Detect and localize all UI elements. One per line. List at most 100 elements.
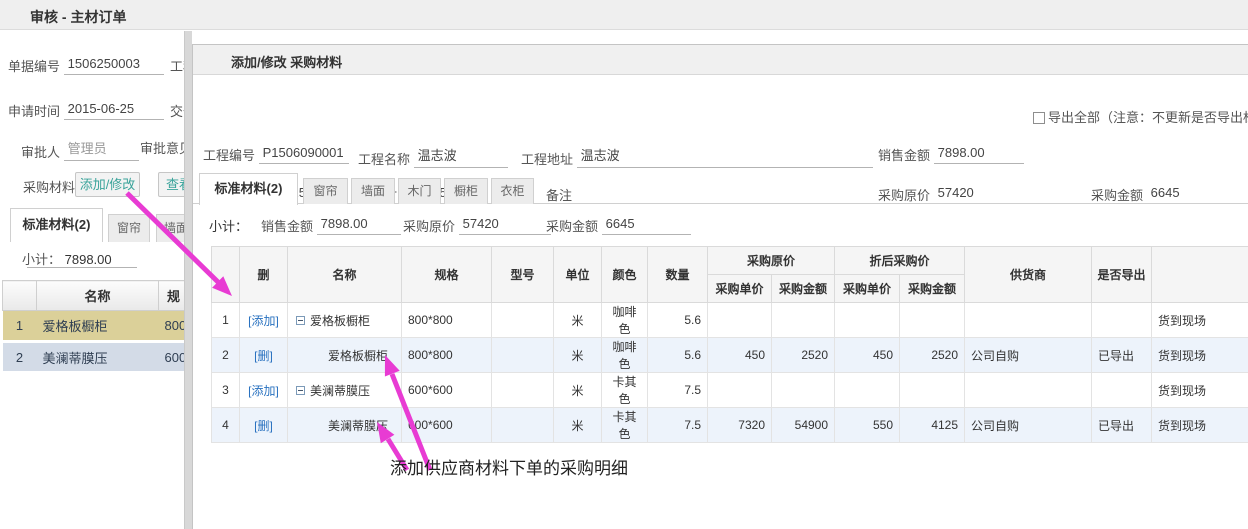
cell-spec: 800*800 (402, 338, 492, 373)
export-all-label: 导出全部（注意：不更新是否导出标记 (1048, 110, 1248, 125)
export-all-checkbox[interactable] (1033, 112, 1045, 124)
scrollbar[interactable] (184, 31, 192, 529)
cell-unit: 米 (554, 408, 602, 443)
cell-supplier (965, 373, 1092, 408)
approver-label: 审批人 (21, 145, 60, 160)
cell-exported (1092, 303, 1152, 338)
cell-action: [添加] (240, 303, 288, 338)
cell-action: [添加] (240, 373, 288, 408)
cell-delivery: 货到现场 (1152, 338, 1248, 373)
main-table-header-row: 名称 规 (3, 281, 189, 311)
purchase-material-label: 采购材料 (23, 177, 75, 196)
cell-num: 1 (212, 303, 240, 338)
col-group-discount-price: 折后采购价 (835, 247, 965, 275)
col-color: 颜色 (602, 247, 648, 303)
project-addr-field: 工程地址 温志波 (521, 145, 873, 168)
col-rownum (212, 247, 240, 303)
cell-pa1: 54900 (772, 408, 835, 443)
purchase-table-row: 2[删]爱格板橱柜800*800米咖啡色5.645025204502520公司自… (212, 338, 1248, 373)
col-exported: 是否导出 (1092, 247, 1152, 303)
main-table-row[interactable]: 1爱格板橱柜800* (3, 311, 189, 342)
order-no-label: 单据编号 (8, 59, 60, 74)
dialog-tab-curtain[interactable]: 窗帘 (303, 178, 348, 204)
project-name-value[interactable]: 温志波 (414, 145, 508, 168)
cell-pu2 (835, 373, 900, 408)
dialog-tab-wall[interactable]: 墙面 (351, 178, 395, 204)
cell-delivery: 货到现场 (1152, 303, 1248, 338)
delete-link[interactable]: [删] (254, 419, 273, 433)
cell-qty: 7.5 (648, 408, 708, 443)
cell-action: [删] (240, 408, 288, 443)
subtotal-amount: 采购金额 6645 (546, 216, 691, 235)
dialog-tab-standard-materials[interactable]: 标准材料(2) (199, 173, 298, 205)
subtotal-orig: 采购原价 57420 (403, 216, 551, 235)
header-row-1: 删 名称 规格 型号 单位 颜色 数量 采购原价 折后采购价 供货商 是否导出 (212, 247, 1248, 275)
cell-supplier: 公司自购 (965, 338, 1092, 373)
cell-pa1 (772, 373, 835, 408)
main-tab-standard-materials[interactable]: 标准材料(2) (10, 208, 103, 242)
main-col-name: 名称 (37, 281, 159, 311)
cell-pu1: 450 (708, 338, 772, 373)
cell-model (492, 338, 554, 373)
approver-value[interactable]: 管理员 (64, 138, 139, 161)
col-del: 删 (240, 247, 288, 303)
cell-unit: 米 (554, 338, 602, 373)
project-no-value[interactable]: P1506090001 (259, 145, 349, 164)
col-model: 型号 (492, 247, 554, 303)
col-orig-unit-price: 采购单价 (708, 275, 772, 303)
main-table-row[interactable]: 2美澜蒂膜压600* (3, 342, 189, 373)
subtotal-sales-value[interactable]: 7898.00 (317, 216, 401, 235)
main-subtotal-label: 小计： (22, 252, 61, 267)
main-cell-name: 美澜蒂膜压 (37, 342, 159, 373)
cell-qty: 5.6 (648, 303, 708, 338)
add-link[interactable]: [添加] (248, 384, 279, 398)
order-no-value[interactable]: 1506250003 (64, 56, 164, 75)
main-tab-curtain[interactable]: 窗帘 (108, 214, 150, 242)
collapse-icon[interactable] (296, 386, 305, 395)
order-no-field: 单据编号 1506250003 (8, 56, 164, 75)
sales-amount-value[interactable]: 7898.00 (934, 145, 1024, 164)
cell-spec: 600*600 (402, 408, 492, 443)
add-modify-button[interactable]: 添加/修改 (75, 172, 140, 197)
col-qty: 数量 (648, 247, 708, 303)
cell-pa1 (772, 303, 835, 338)
purchase-table-row: 3[添加]美澜蒂膜压600*600米卡其色7.5货到现场 (212, 373, 1248, 408)
subtotal-prefix: 小计： (209, 219, 248, 234)
dialog-tab-wardrobe[interactable]: 衣柜 (491, 178, 534, 204)
cell-pu2: 450 (835, 338, 900, 373)
cell-delivery: 货到现场 (1152, 408, 1248, 443)
apply-time-value[interactable]: 2015-06-25 (64, 101, 164, 120)
project-addr-value[interactable]: 温志波 (577, 145, 873, 168)
col-disc-unit-price: 采购单价 (835, 275, 900, 303)
project-no-field: 工程编号 P1506090001 (203, 145, 349, 164)
add-link[interactable]: [添加] (248, 314, 279, 328)
cell-pu1 (708, 303, 772, 338)
cell-pu2 (835, 303, 900, 338)
cell-unit: 米 (554, 373, 602, 408)
cell-name: 美澜蒂膜压 (288, 373, 402, 408)
purchase-table-row: 4[删]美澜蒂膜压600*600米卡其色7.57320549005504125公… (212, 408, 1248, 443)
approver-field: 审批人 管理员 (21, 138, 139, 161)
main-subtotal-underline (27, 267, 137, 268)
add-modify-purchase-dialog: 添加/修改 采购材料 工程编号 P1506090001 工程名称 温志波 工程地… (192, 44, 1248, 529)
cell-delivery: 货到现场 (1152, 373, 1248, 408)
col-orig-amount: 采购金额 (772, 275, 835, 303)
collapse-icon[interactable] (296, 316, 305, 325)
dialog-tab-cabinet[interactable]: 橱柜 (444, 178, 488, 204)
cell-name: 美澜蒂膜压 (288, 408, 402, 443)
cell-spec: 600*600 (402, 373, 492, 408)
dialog-tab-wood-door[interactable]: 木门 (398, 178, 441, 204)
cell-supplier: 公司自购 (965, 408, 1092, 443)
delete-link[interactable]: [删] (254, 349, 273, 363)
export-all-option: 导出全部（注意：不更新是否导出标记 (1033, 107, 1248, 126)
cell-exported (1092, 373, 1152, 408)
cell-exported: 已导出 (1092, 338, 1152, 373)
purchase-table-row: 1[添加]爱格板橱柜800*800米咖啡色5.6货到现场 (212, 303, 1248, 338)
subtotal-amount-value[interactable]: 6645 (602, 216, 691, 235)
cell-action: [删] (240, 338, 288, 373)
apply-time-field: 申请时间 2015-06-25 (8, 101, 164, 120)
col-blank (1152, 247, 1248, 303)
cell-color: 卡其色 (602, 408, 648, 443)
main-cell-num: 2 (3, 342, 37, 373)
subtotal-orig-value[interactable]: 57420 (459, 216, 551, 235)
